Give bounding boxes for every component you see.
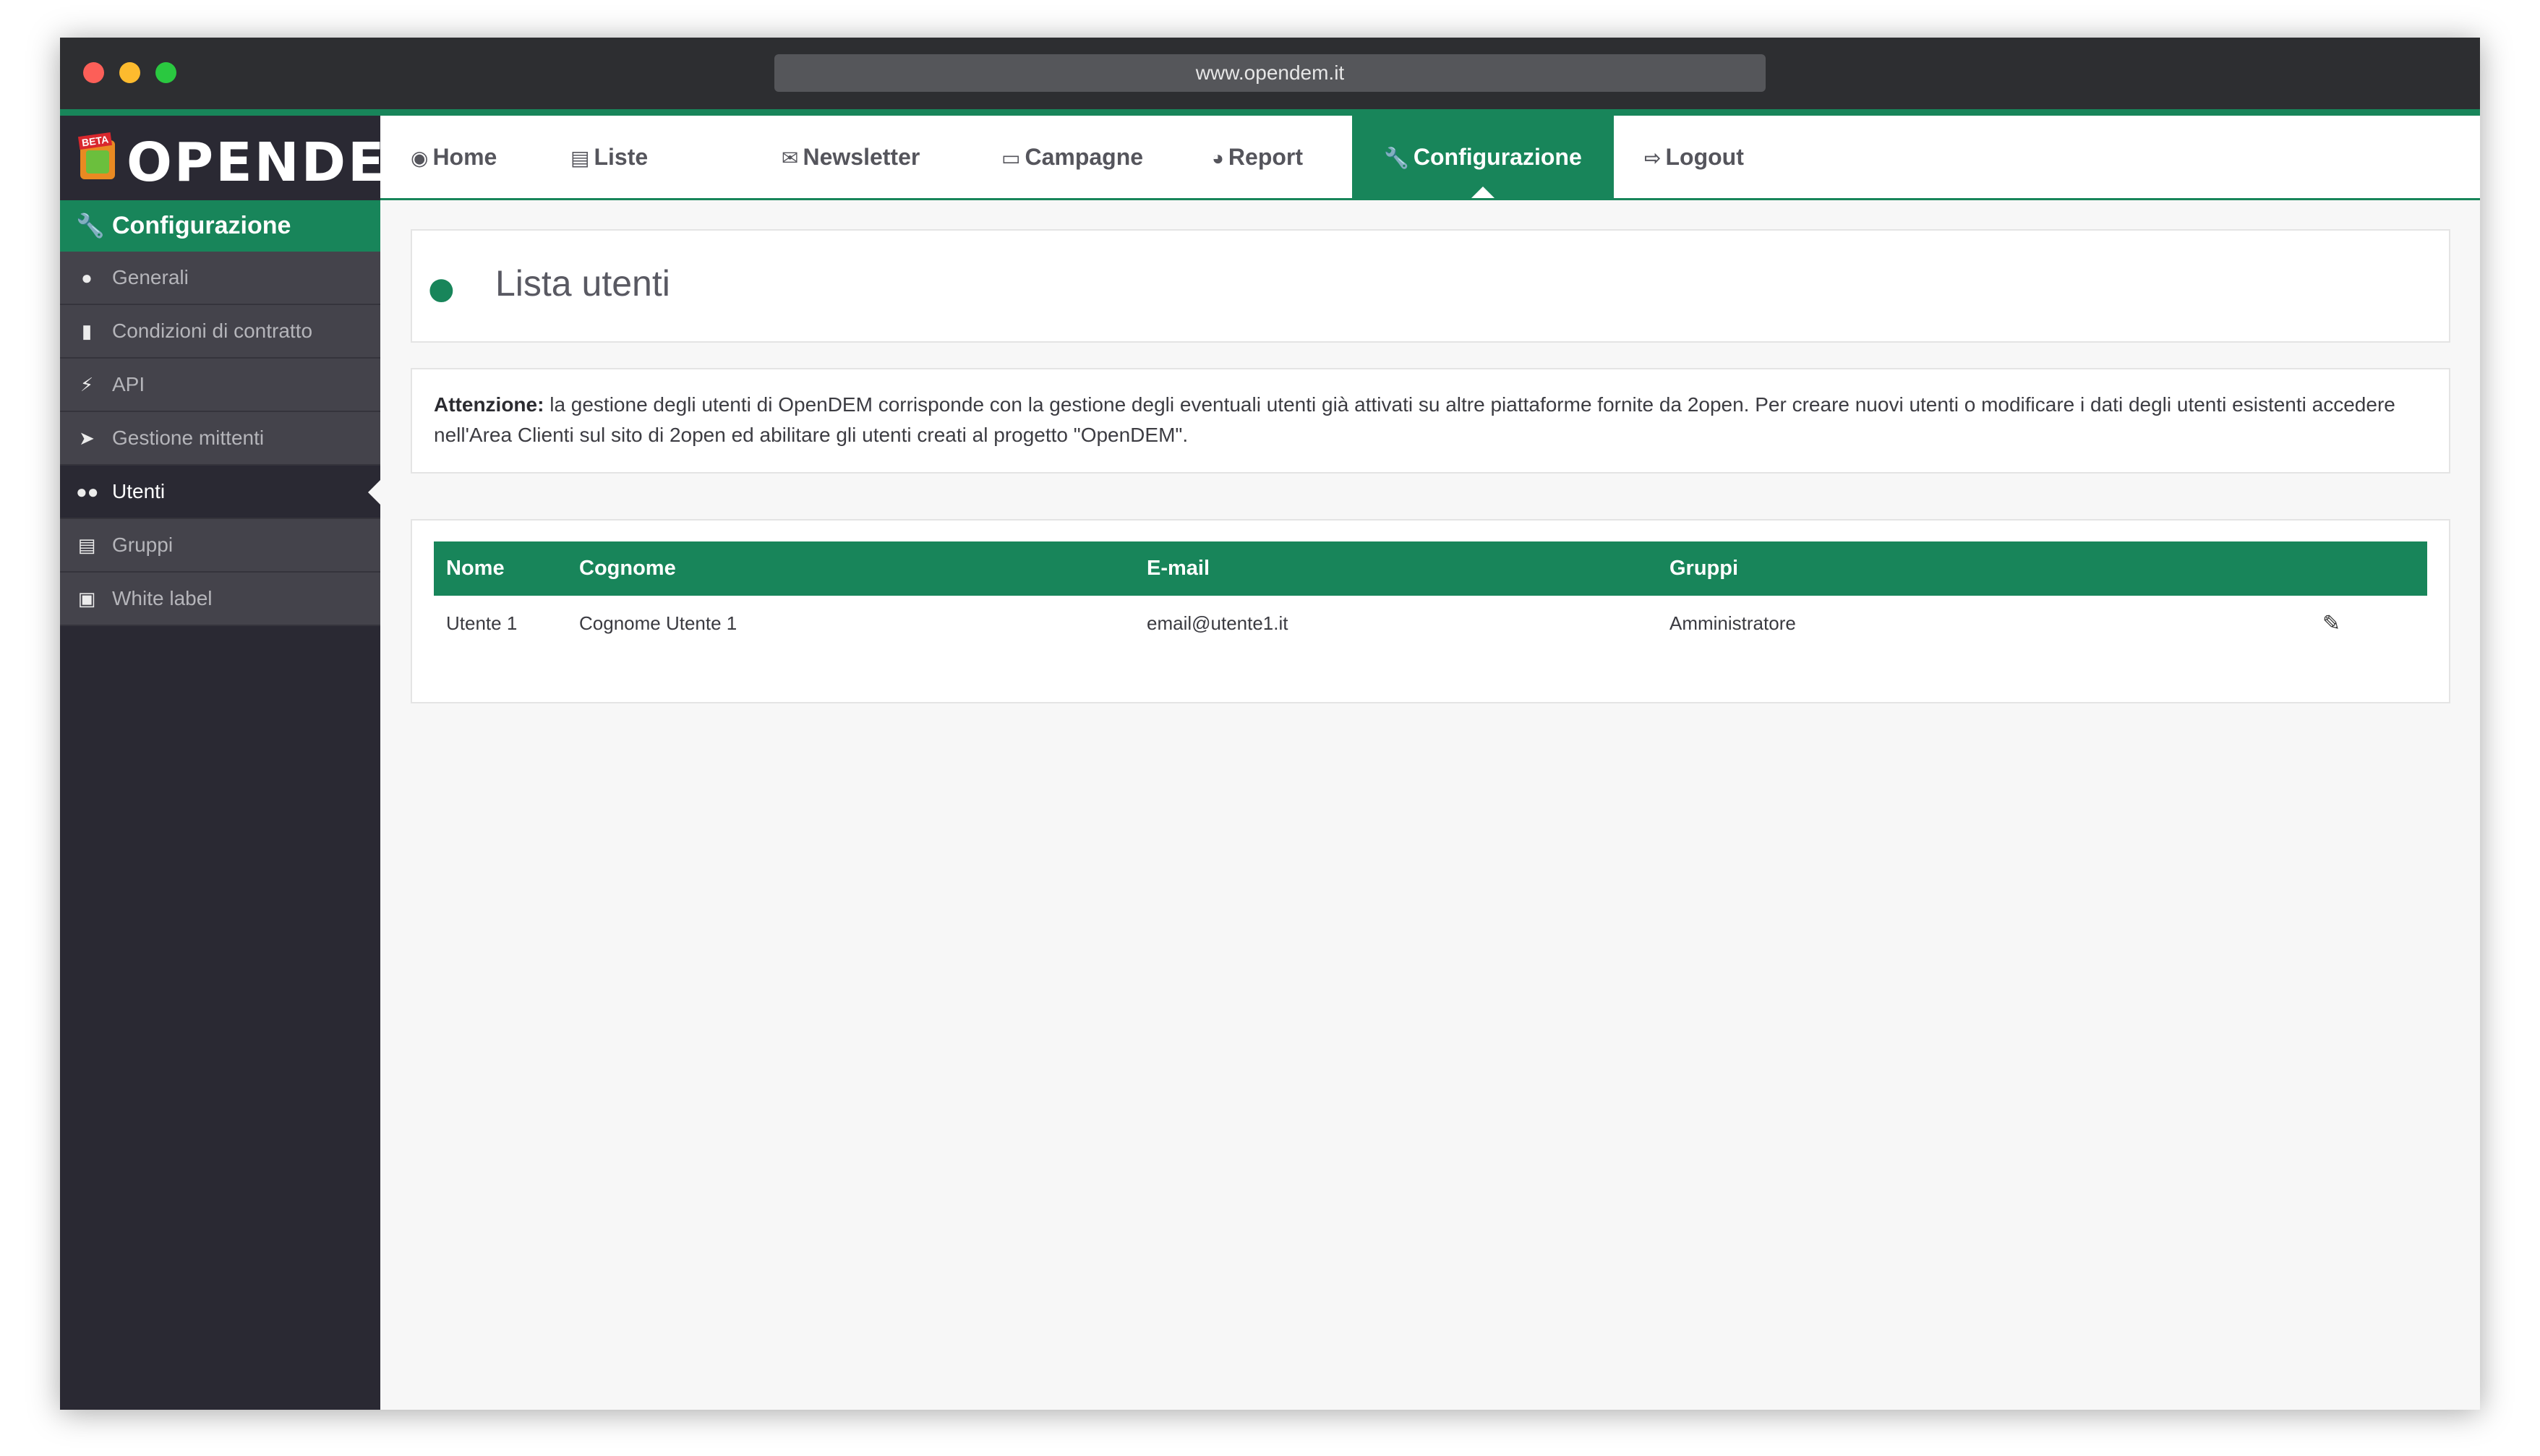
sidebar-item-gruppi[interactable]: ▤ Gruppi bbox=[60, 519, 380, 573]
logo-badge-icon: BETA bbox=[77, 132, 115, 179]
sidebar-item-label: API bbox=[112, 373, 145, 395]
tab-liste[interactable]: ▤ Liste bbox=[570, 116, 648, 198]
pencil-icon: ✎ bbox=[2322, 612, 2340, 635]
logout-icon: ⇨ bbox=[1644, 147, 1662, 169]
list-icon: ▤ bbox=[570, 147, 590, 169]
users-table: Nome Cognome E-mail Gruppi Utente 1 Cogn… bbox=[434, 541, 2427, 651]
sidebar-item-label: Condizioni di contratto bbox=[112, 320, 313, 342]
cell-gruppi: Amministratore bbox=[1669, 612, 1796, 634]
page-title: Lista utenti bbox=[495, 263, 670, 304]
maximize-window-button[interactable] bbox=[155, 62, 176, 83]
users-table-panel: Nome Cognome E-mail Gruppi Utente 1 Cogn… bbox=[411, 519, 2450, 703]
envelope-icon: ✉ bbox=[782, 147, 799, 169]
cell-cognome: Cognome Utente 1 bbox=[579, 612, 737, 634]
notice-panel: Attenzione: la gestione degli utenti di … bbox=[411, 368, 2450, 474]
sidebar-item-label: Generali bbox=[112, 266, 189, 288]
sidebar-item-label: Utenti bbox=[112, 480, 166, 502]
sidebar-item-label: Gestione mittenti bbox=[112, 427, 265, 449]
sidebar-item-utenti[interactable]: ●● Utenti bbox=[60, 466, 380, 519]
browser-titlebar: www.opendem.it bbox=[60, 38, 2480, 109]
address-bar[interactable]: www.opendem.it bbox=[774, 54, 1766, 92]
sidebar-header-label: Configurazione bbox=[112, 212, 291, 239]
document-icon: ▮ bbox=[81, 320, 93, 342]
globe-icon: ● bbox=[81, 267, 93, 288]
column-header-cognome[interactable]: Cognome bbox=[567, 541, 1134, 596]
tab-report[interactable]: ◕ Report bbox=[1212, 116, 1303, 198]
browser-window: www.opendem.it BETA OPENDEM 🔧 Configuraz… bbox=[60, 38, 2480, 1410]
tab-campagne[interactable]: ▭ Campagne bbox=[1001, 116, 1143, 198]
tab-home[interactable]: ◉ Home bbox=[411, 116, 497, 198]
edit-user-button[interactable]: ✎ bbox=[2283, 596, 2427, 651]
sidebar-item-gestione-mittenti[interactable]: ➤ Gestione mittenti bbox=[60, 412, 380, 466]
notice-label: Attenzione: bbox=[434, 393, 544, 416]
wrench-icon: 🔧 bbox=[1384, 147, 1409, 169]
folder-icon: ▭ bbox=[1001, 147, 1021, 169]
logo[interactable]: BETA OPENDEM bbox=[60, 116, 440, 200]
plug-icon: ⚡ bbox=[80, 374, 94, 395]
notice-message: Attenzione: la gestione degli utenti di … bbox=[434, 390, 2427, 450]
send-icon: ➤ bbox=[79, 427, 95, 449]
id-card-icon: ▤ bbox=[77, 534, 96, 556]
sidebar-header: 🔧 Configurazione bbox=[60, 200, 380, 252]
top-navigation: ◉ Home ▤ Liste ✉ Newsletter ▭ Campagne ◕ Repo… bbox=[380, 116, 2480, 200]
column-header-email[interactable]: E-mail bbox=[1134, 541, 1657, 596]
dashboard-icon: ◉ bbox=[411, 147, 429, 169]
tab-configurazione[interactable]: 🔧 Configurazione bbox=[1352, 116, 1614, 198]
table-row: Utente 1 Cognome Utente 1 email@utente1.… bbox=[434, 596, 2427, 651]
table-header-row: Nome Cognome E-mail Gruppi bbox=[434, 541, 2427, 596]
sidebar-item-generali[interactable]: ● Generali bbox=[60, 252, 380, 305]
column-header-gruppi[interactable]: Gruppi bbox=[1657, 541, 2283, 596]
sidebar-item-label: White label bbox=[112, 587, 213, 609]
tab-logout[interactable]: ⇨ Logout bbox=[1644, 116, 1744, 198]
minimize-window-button[interactable] bbox=[119, 62, 140, 83]
column-header-actions bbox=[2283, 541, 2427, 596]
tab-newsletter[interactable]: ✉ Newsletter bbox=[782, 116, 920, 198]
accent-line bbox=[60, 109, 2480, 116]
pie-chart-icon: ◕ bbox=[1212, 147, 1224, 169]
wrench-icon: 🔧 bbox=[76, 213, 105, 239]
cell-email: email@utente1.it bbox=[1147, 612, 1288, 634]
sidebar: BETA OPENDEM 🔧 Configurazione ● Generali… bbox=[60, 116, 440, 1410]
users-icon: ● bbox=[425, 257, 458, 317]
image-icon: ▣ bbox=[77, 588, 96, 609]
sidebar-item-label: Gruppi bbox=[112, 534, 174, 556]
main-content: ● Lista utenti Attenzione: la gestione d… bbox=[380, 200, 2480, 1410]
close-window-button[interactable] bbox=[83, 62, 104, 83]
page-title-panel: ● Lista utenti bbox=[411, 229, 2450, 343]
sidebar-item-condizioni[interactable]: ▮ Condizioni di contratto bbox=[60, 305, 380, 359]
users-icon: ●● bbox=[76, 481, 99, 502]
beta-badge: BETA bbox=[77, 132, 113, 150]
notice-text: la gestione degli utenti di OpenDEM corr… bbox=[434, 393, 2395, 446]
sidebar-item-white-label[interactable]: ▣ White label bbox=[60, 573, 380, 626]
sidebar-item-api[interactable]: ⚡ API bbox=[60, 359, 380, 412]
cell-nome: Utente 1 bbox=[446, 612, 518, 634]
column-header-nome[interactable]: Nome bbox=[434, 541, 567, 596]
